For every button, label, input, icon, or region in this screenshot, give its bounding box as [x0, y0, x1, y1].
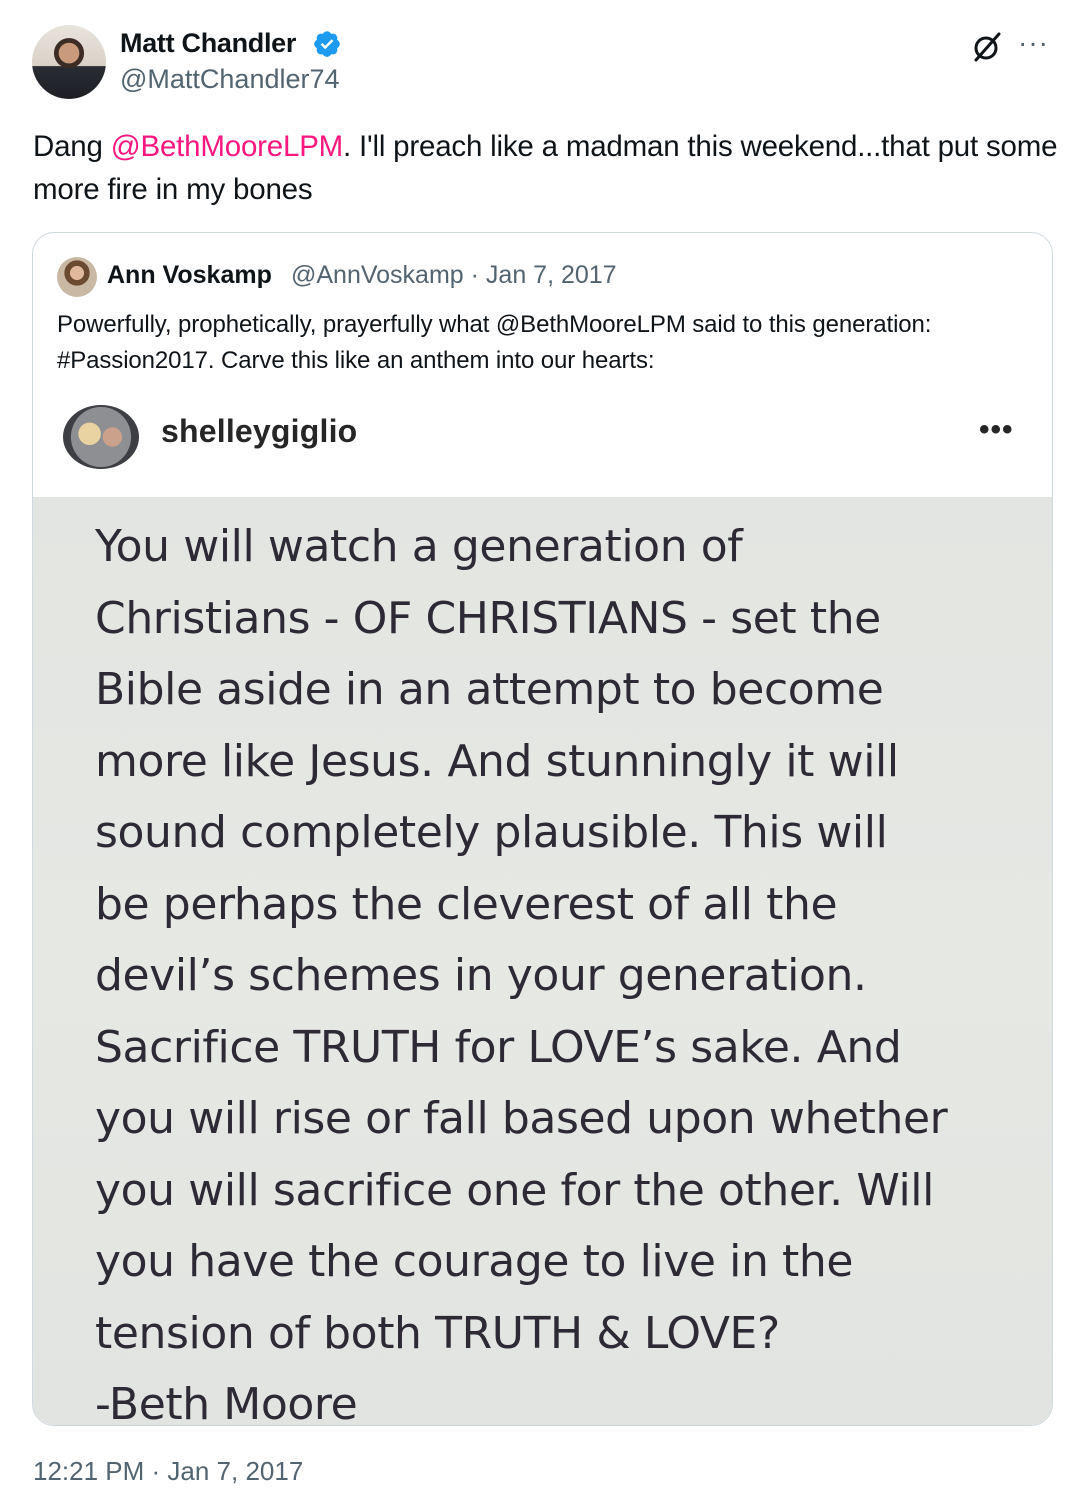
quote-line: be perhaps the cleverest of all the — [95, 878, 838, 930]
embedded-image-header: shelleygiglio ••• — [33, 405, 1052, 497]
mention-link[interactable]: @BethMooreLPM — [111, 130, 344, 163]
instagram-more-icon: ••• — [979, 413, 1014, 446]
author-avatar[interactable] — [32, 25, 106, 99]
quote-line: you will sacrifice one for the other. Wi… — [95, 1164, 934, 1216]
quoted-author-avatar — [57, 257, 97, 297]
quote-text-block: You will watch a generation of Christian… — [95, 511, 1035, 1426]
verified-badge-icon — [314, 31, 340, 57]
tweet: Matt Chandler @MattChandler74 ··· Dang @… — [0, 0, 1084, 1506]
quote-line: you have the courage to live in the — [95, 1236, 854, 1287]
quoted-author-meta: @AnnVoskamp · Jan 7, 2017 — [291, 261, 617, 289]
quote-line: Christians - OF CHRISTIANS - set the — [95, 592, 881, 644]
quote-line: Sacrifice TRUTH for LOVE’s sake. And — [95, 1021, 902, 1073]
quoted-author-name: Ann Voskamp — [107, 261, 272, 289]
more-options-icon[interactable]: ··· — [1018, 28, 1049, 58]
author-name[interactable]: Matt Chandler — [120, 28, 296, 59]
quote-image[interactable]: You will watch a generation of Christian… — [33, 497, 1052, 1425]
tweet-timestamp[interactable]: 12:21 PM · Jan 7, 2017 — [33, 1456, 303, 1487]
quote-line: -Beth Moore — [95, 1379, 358, 1426]
tweet-text: Dang @BethMooreLPM. I'll preach like a m… — [33, 125, 1063, 211]
quote-line: you will rise or fall based upon whether — [95, 1093, 948, 1144]
quote-line: devil’s schemes in your generation. — [95, 950, 867, 1001]
grok-icon[interactable] — [970, 30, 1004, 64]
author-handle[interactable]: @MattChandler74 — [120, 64, 340, 95]
quote-line: more like Jesus. And stunningly it will — [95, 735, 899, 787]
quote-line: Bible aside in an attempt to become — [95, 664, 884, 715]
instagram-avatar — [63, 405, 139, 469]
quoted-tweet-card[interactable]: Ann Voskamp @AnnVoskamp · Jan 7, 2017 Po… — [32, 232, 1053, 1426]
quote-line: tension of both TRUTH & LOVE? — [95, 1307, 780, 1359]
quote-line: sound completely plausible. This will — [95, 807, 888, 858]
tweet-text-start: Dang — [33, 130, 111, 163]
quoted-tweet-text: Powerfully, prophetically, prayerfully w… — [57, 311, 932, 374]
instagram-username: shelleygiglio — [161, 413, 358, 449]
quote-line: You will watch a generation of — [95, 521, 743, 572]
